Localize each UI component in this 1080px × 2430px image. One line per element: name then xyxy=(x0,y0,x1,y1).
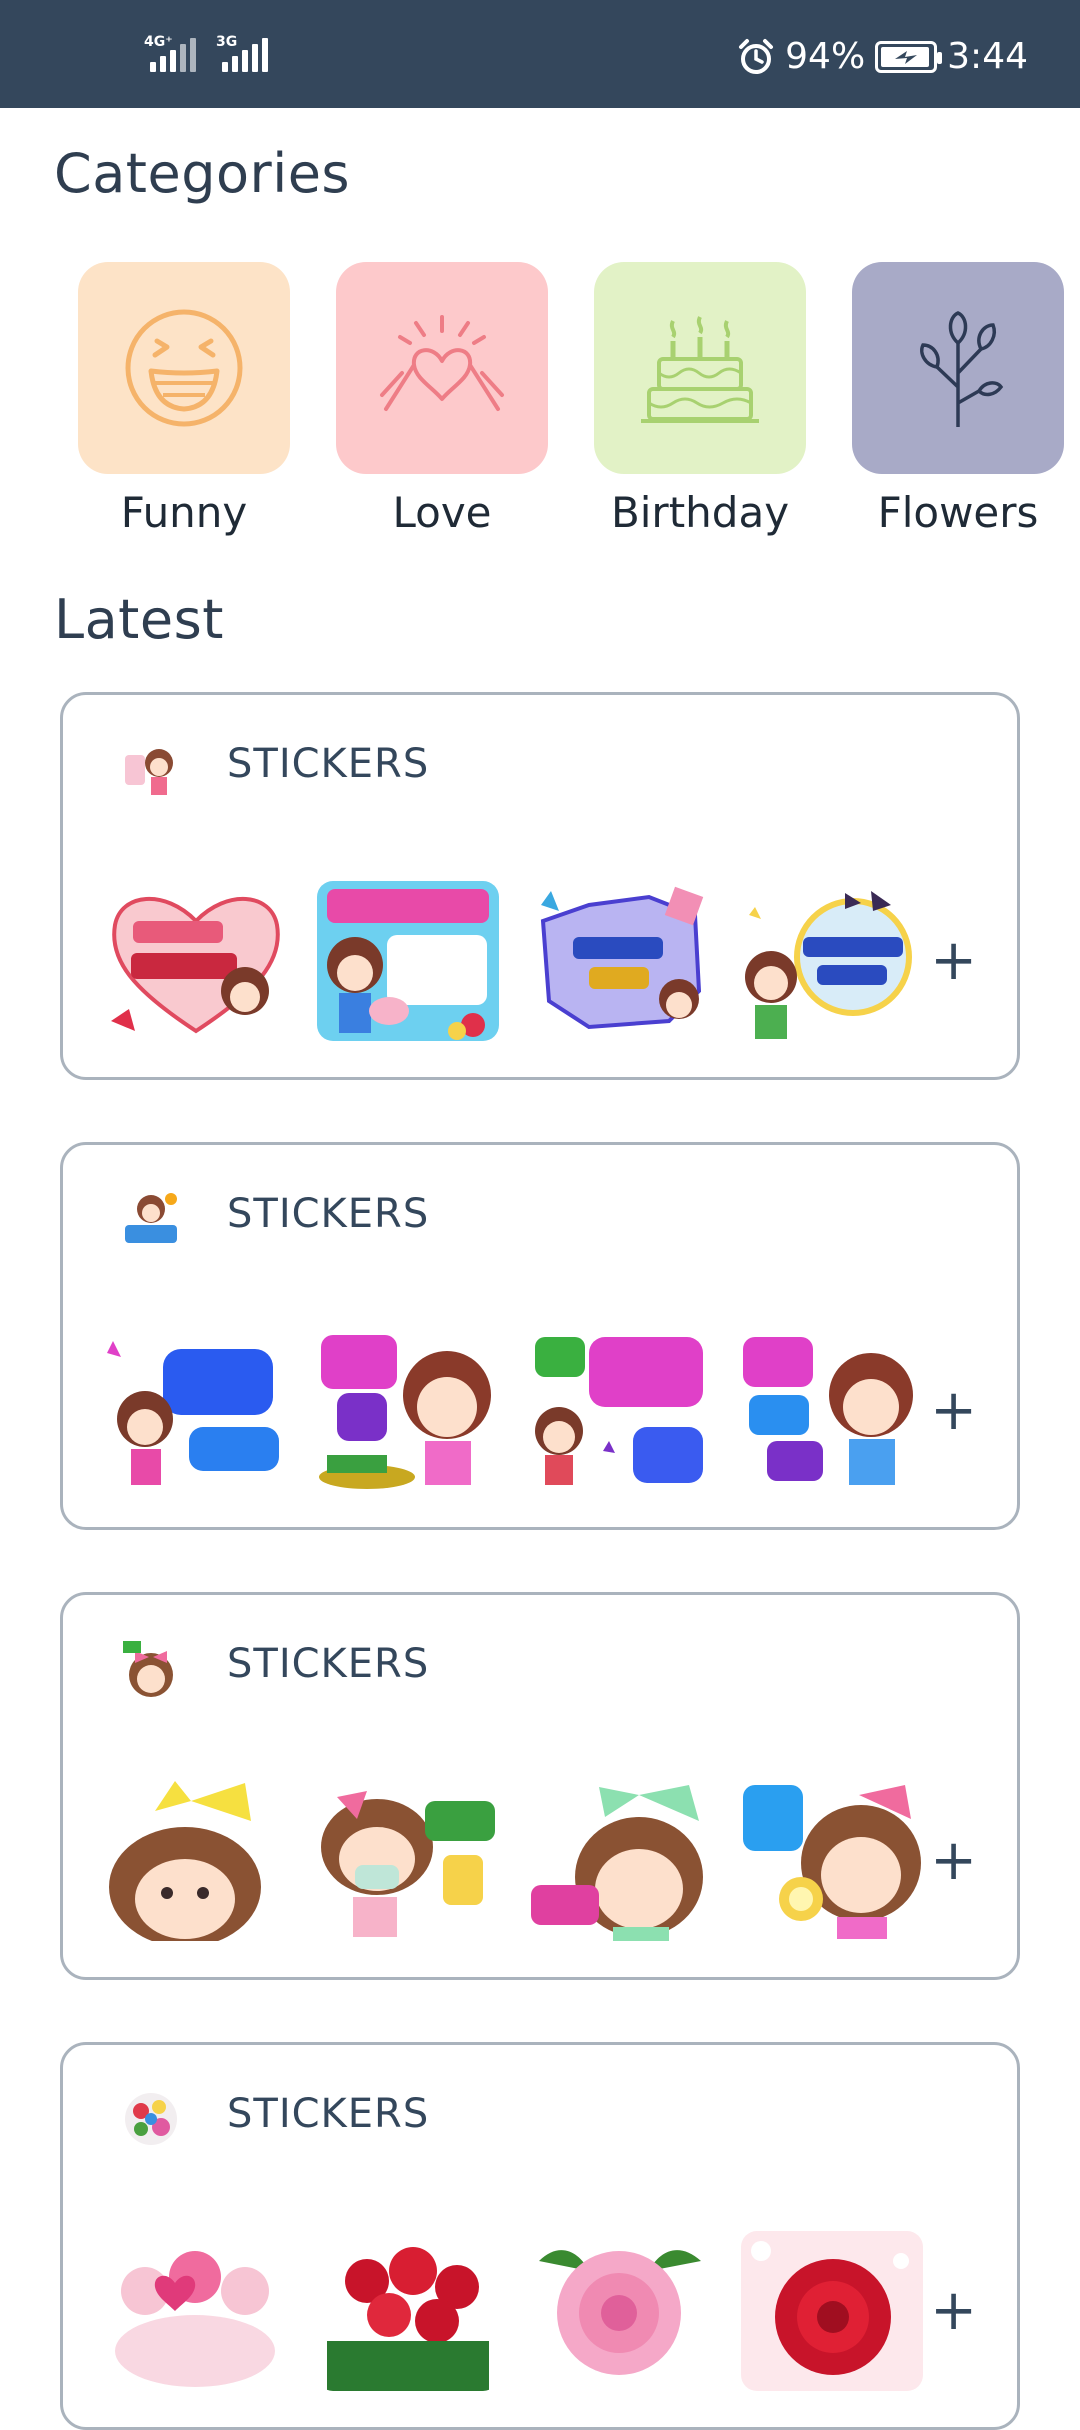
sticker-thumbnail[interactable] xyxy=(741,2231,923,2391)
add-pack-button[interactable]: + xyxy=(930,933,977,989)
add-pack-button[interactable]: + xyxy=(930,1833,977,1889)
pack-title: STICKERS xyxy=(227,2091,430,2137)
sticker-thumbnail[interactable] xyxy=(529,1781,711,1941)
sticker-thumbnail[interactable] xyxy=(317,1781,499,1941)
sticker-pack-card[interactable]: STICKERS + xyxy=(60,1142,1020,1530)
sticker-thumbnail[interactable] xyxy=(529,1331,711,1491)
category-birthday[interactable]: Birthday xyxy=(594,262,806,537)
category-label: Flowers xyxy=(877,488,1039,537)
pack-title: STICKERS xyxy=(227,1191,430,1237)
pack-icon xyxy=(119,1187,183,1251)
flower-icon xyxy=(852,262,1064,474)
sticker-thumbnail[interactable] xyxy=(529,2231,711,2391)
pack-icon xyxy=(119,2087,183,2151)
pack-icon xyxy=(119,1637,183,1701)
laughing-face-icon xyxy=(78,262,290,474)
alarm-icon xyxy=(739,38,774,74)
categories-heading: Categories xyxy=(54,142,351,205)
category-label: Birthday xyxy=(610,488,790,537)
sticker-pack-card[interactable]: STICKERS + xyxy=(60,1592,1020,1980)
sticker-thumbnail[interactable] xyxy=(317,1331,499,1491)
latest-heading: Latest xyxy=(54,588,224,651)
category-funny[interactable]: Funny xyxy=(78,262,290,537)
sticker-thumbnail[interactable] xyxy=(741,1331,923,1491)
network-type-2: 3G xyxy=(216,34,238,50)
heart-hands-icon xyxy=(336,262,548,474)
add-pack-button[interactable]: + xyxy=(930,2283,977,2339)
signal-icon: 4G⁺ xyxy=(144,34,200,72)
pack-title: STICKERS xyxy=(227,1641,430,1687)
categories-carousel[interactable]: Funny Love Birthday Flowers xyxy=(0,262,1080,542)
sticker-thumbnail[interactable] xyxy=(105,881,287,1041)
sticker-thumbnail[interactable] xyxy=(317,881,499,1041)
birthday-cake-icon xyxy=(594,262,806,474)
signal-icon-2: 3G xyxy=(216,34,272,72)
category-flowers[interactable]: Flowers xyxy=(852,262,1064,537)
add-pack-button[interactable]: + xyxy=(930,1383,977,1439)
sticker-pack-card[interactable]: STICKERS + xyxy=(60,692,1020,1080)
sticker-thumbnail[interactable] xyxy=(741,1781,923,1941)
pack-title: STICKERS xyxy=(227,741,430,787)
clock: 3:44 xyxy=(947,36,1028,77)
pack-icon xyxy=(119,737,183,801)
category-label: Love xyxy=(392,488,492,537)
sticker-thumbnail[interactable] xyxy=(317,2231,499,2391)
category-label: Funny xyxy=(120,488,248,537)
battery-charging-icon xyxy=(875,40,943,73)
sticker-thumbnail[interactable] xyxy=(105,1781,287,1941)
category-love[interactable]: Love xyxy=(336,262,548,537)
sticker-thumbnail[interactable] xyxy=(105,2231,287,2391)
sticker-thumbnail[interactable] xyxy=(105,1331,287,1491)
sticker-pack-card[interactable]: STICKERS + xyxy=(60,2042,1020,2430)
sticker-thumbnail[interactable] xyxy=(529,881,711,1041)
network-type-1: 4G⁺ xyxy=(144,34,173,50)
status-bar: 4G⁺ 3G 94% 3:44 xyxy=(0,0,1080,108)
sticker-thumbnail[interactable] xyxy=(741,881,923,1041)
battery-percent: 94% xyxy=(785,36,866,77)
